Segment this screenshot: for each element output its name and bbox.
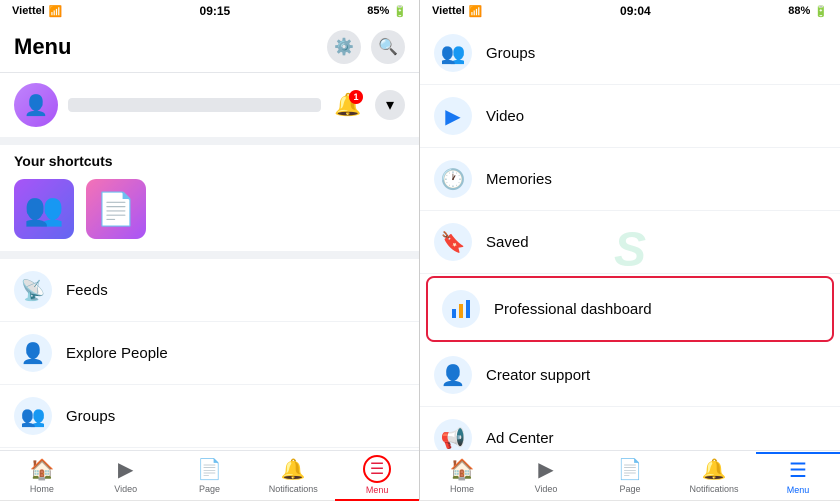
right-menu-creator-support[interactable]: 👤 Creator support xyxy=(420,344,840,407)
left-notif-badge: 1 xyxy=(349,90,363,104)
right-menu-groups[interactable]: 👥 Groups xyxy=(420,22,840,85)
right-nav-video[interactable]: ▶ Video xyxy=(504,453,588,498)
left-shortcuts-title: Your shortcuts xyxy=(14,153,405,169)
right-professional-dashboard-label: Professional dashboard xyxy=(494,301,652,318)
left-home-icon: 🏠 xyxy=(29,457,54,482)
left-menu-nav-icon-wrapper: ☰ xyxy=(363,455,391,483)
left-battery: 85% xyxy=(367,5,389,17)
right-page-nav-icon: 📄 xyxy=(618,457,643,482)
left-nav-page-label: Page xyxy=(199,484,220,494)
right-battery: 88% xyxy=(788,5,810,17)
left-nav-menu[interactable]: ☰ Menu xyxy=(335,451,419,501)
left-shortcut-pages[interactable]: 📄 xyxy=(86,179,146,239)
left-feeds-icon: 📡 xyxy=(14,271,52,309)
left-nav-home-label: Home xyxy=(30,484,54,494)
left-nav-menu-label: Menu xyxy=(366,485,389,495)
left-notifications-nav-icon: 🔔 xyxy=(281,457,306,482)
right-menu-list: 👥 Groups ▶ Video 🕐 Memories 🔖 Saved Prof… xyxy=(420,22,840,450)
left-notification-icon[interactable]: 🔔 1 xyxy=(331,88,365,122)
left-shortcut-friends[interactable]: 👥 xyxy=(14,179,74,239)
left-menu-groups[interactable]: 👥 Groups xyxy=(0,385,419,448)
right-nav-menu-label: Menu xyxy=(787,485,810,495)
right-phone-panel: S Viettel 📶 09:04 88% 🔋 👥 Groups ▶ Video… xyxy=(420,0,840,500)
right-saved-icon: 🔖 xyxy=(434,223,472,261)
left-wifi-icon: 📶 xyxy=(49,5,63,18)
right-status-bar: Viettel 📶 09:04 88% 🔋 xyxy=(420,0,840,22)
left-dropdown-button[interactable]: ▾ xyxy=(375,90,405,120)
left-nav-notifications-label: Notifications xyxy=(269,484,318,494)
right-menu-video[interactable]: ▶ Video xyxy=(420,85,840,148)
right-status-left: Viettel 📶 xyxy=(432,5,483,18)
left-menu-explore-people[interactable]: 👤 Explore People xyxy=(0,322,419,385)
right-groups-icon: 👥 xyxy=(434,34,472,72)
right-nav-notifications-label: Notifications xyxy=(689,484,738,494)
right-creator-support-icon: 👤 xyxy=(434,356,472,394)
left-feeds-label: Feeds xyxy=(66,282,108,299)
right-menu-professional-dashboard[interactable]: Professional dashboard xyxy=(426,276,834,342)
right-nav-home-label: Home xyxy=(450,484,474,494)
left-shortcuts-row: 👥 📄 xyxy=(14,179,405,239)
right-nav-home[interactable]: 🏠 Home xyxy=(420,453,504,498)
right-carrier: Viettel xyxy=(432,5,465,17)
right-video-label: Video xyxy=(486,108,524,125)
left-shortcuts-section: Your shortcuts 👥 📄 xyxy=(0,145,419,251)
right-professional-dashboard-icon xyxy=(442,290,480,328)
right-video-nav-icon: ▶ xyxy=(538,457,553,482)
left-status-bar: Viettel 📶 09:15 85% 🔋 xyxy=(0,0,419,22)
right-nav-video-label: Video xyxy=(535,484,558,494)
left-groups-label: Groups xyxy=(66,408,115,425)
right-creator-support-label: Creator support xyxy=(486,367,590,384)
right-video-icon: ▶ xyxy=(434,97,472,135)
search-button[interactable]: 🔍 xyxy=(371,30,405,64)
left-menu-nav-icon: ☰ xyxy=(370,459,384,479)
left-time: 09:15 xyxy=(200,4,231,18)
right-memories-label: Memories xyxy=(486,171,552,188)
right-groups-label: Groups xyxy=(486,45,535,62)
left-explore-icon: 👤 xyxy=(14,334,52,372)
left-groups-icon: 👥 xyxy=(14,397,52,435)
left-nav-video[interactable]: ▶ Video xyxy=(84,453,168,498)
left-header-title: Menu xyxy=(14,34,71,60)
left-video-nav-icon: ▶ xyxy=(118,457,133,482)
right-time: 09:04 xyxy=(620,4,651,18)
right-ad-center-label: Ad Center xyxy=(486,430,554,447)
left-status-left: Viettel 📶 xyxy=(12,5,63,18)
right-menu-memories[interactable]: 🕐 Memories xyxy=(420,148,840,211)
right-memories-icon: 🕐 xyxy=(434,160,472,198)
left-profile-row: 👤 🔔 1 ▾ xyxy=(0,73,419,137)
right-battery-icon: 🔋 xyxy=(814,5,828,18)
right-bottom-nav: 🏠 Home ▶ Video 📄 Page 🔔 Notifications ☰ … xyxy=(420,450,840,500)
right-nav-notifications[interactable]: 🔔 Notifications xyxy=(672,453,756,498)
settings-button[interactable]: ⚙️ xyxy=(327,30,361,64)
right-saved-label: Saved xyxy=(486,234,529,251)
left-nav-page[interactable]: 📄 Page xyxy=(168,453,252,498)
left-nav-home[interactable]: 🏠 Home xyxy=(0,453,84,498)
left-bottom-nav: 🏠 Home ▶ Video 📄 Page 🔔 Notifications ☰ … xyxy=(0,450,419,500)
right-nav-page[interactable]: 📄 Page xyxy=(588,453,672,498)
left-status-right: 85% 🔋 xyxy=(367,5,407,18)
left-explore-label: Explore People xyxy=(66,345,168,362)
left-phone-panel: Viettel 📶 09:15 85% 🔋 Menu ⚙️ 🔍 👤 🔔 1 ▾ … xyxy=(0,0,420,500)
left-battery-icon: 🔋 xyxy=(393,5,407,18)
right-nav-page-label: Page xyxy=(619,484,640,494)
left-header-icons: ⚙️ 🔍 xyxy=(327,30,405,64)
left-page-nav-icon: 📄 xyxy=(197,457,222,482)
right-home-icon: 🏠 xyxy=(450,457,475,482)
left-menu-list: 📡 Feeds 👤 Explore People 👥 Groups ▶ Vide… xyxy=(0,259,419,450)
right-status-right: 88% 🔋 xyxy=(788,5,828,18)
left-menu-feeds[interactable]: 📡 Feeds xyxy=(0,259,419,322)
right-notifications-nav-icon: 🔔 xyxy=(702,457,727,482)
left-header: Menu ⚙️ 🔍 xyxy=(0,22,419,73)
right-ad-center-icon: 📢 xyxy=(434,419,472,450)
left-nav-notifications[interactable]: 🔔 Notifications xyxy=(251,453,335,498)
right-menu-nav-icon: ☰ xyxy=(789,458,807,483)
left-carrier: Viettel xyxy=(12,5,45,17)
left-avatar[interactable]: 👤 xyxy=(14,83,58,127)
right-wifi-icon: 📶 xyxy=(469,5,483,18)
left-nav-video-label: Video xyxy=(114,484,137,494)
right-menu-saved[interactable]: 🔖 Saved xyxy=(420,211,840,274)
right-nav-menu[interactable]: ☰ Menu xyxy=(756,452,840,499)
right-menu-ad-center[interactable]: 📢 Ad Center xyxy=(420,407,840,450)
left-profile-name xyxy=(68,98,321,112)
